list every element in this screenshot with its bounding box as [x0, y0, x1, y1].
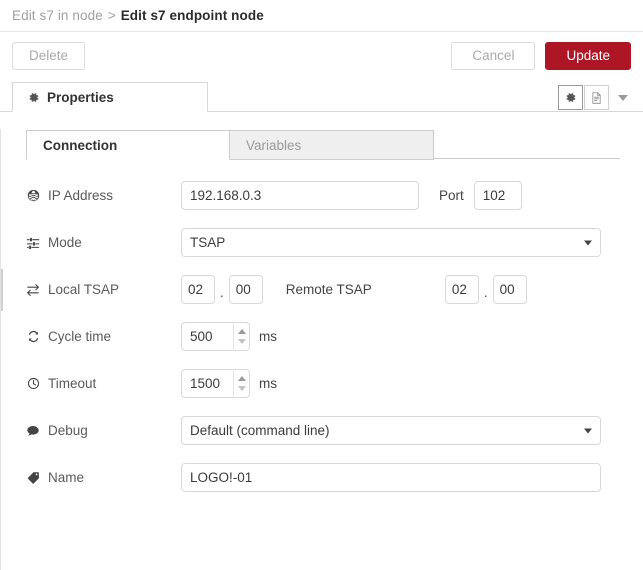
local-tsap-label: Local TSAP [48, 282, 120, 297]
tab-variables-label: Variables [246, 137, 302, 153]
breadcrumb-parent[interactable]: Edit s7 in node [12, 8, 103, 23]
remote-tsap-label: Remote TSAP [285, 282, 372, 297]
form-row-mode: Mode TSAP [26, 228, 643, 257]
port-label: Port [439, 188, 464, 203]
timeout-unit: ms [259, 376, 277, 391]
tab-connection-label: Connection [43, 137, 118, 153]
ip-address-label: IP Address [48, 188, 114, 203]
connection-tabs: Connection Variables [26, 129, 643, 160]
name-label: Name [48, 470, 85, 485]
timeout-label: Timeout [48, 376, 97, 391]
timeout-stepper [181, 369, 250, 398]
primary-actions: Cancel Update [451, 42, 631, 70]
form-row-name: Name [26, 463, 643, 492]
exchange-icon [26, 283, 40, 297]
form-row-tsap: Local TSAP . Remote TSAP . [26, 275, 643, 304]
spinner-down-icon[interactable] [237, 339, 246, 344]
form-row-debug: Debug Default (command line) [26, 416, 643, 445]
breadcrumb-current: Edit s7 endpoint node [120, 8, 264, 23]
dialog-action-bar: Delete Cancel Update [0, 32, 643, 80]
remote-tsap-high-input[interactable] [444, 275, 479, 304]
mode-label-group: Mode [26, 235, 181, 250]
timeout-input[interactable] [181, 369, 233, 398]
remote-tsap-low-input[interactable] [492, 275, 527, 304]
spinner-up-icon[interactable] [237, 329, 246, 334]
ip-address-input[interactable] [181, 181, 419, 210]
update-button[interactable]: Update [545, 42, 631, 70]
tab-variables[interactable]: Variables [230, 130, 434, 160]
cycle-time-input[interactable] [181, 322, 233, 351]
gear-icon [566, 93, 576, 102]
ip-address-label-group: IP Address [26, 188, 181, 203]
local-tsap-high-input[interactable] [181, 275, 215, 304]
form-row-timeout: Timeout ms [26, 369, 643, 398]
clock-icon [26, 377, 40, 391]
cycle-time-spinner[interactable] [233, 322, 250, 351]
mode-select-value: TSAP [190, 235, 226, 250]
tab-properties-label: Properties [47, 89, 114, 105]
timeout-label-group: Timeout [26, 376, 181, 391]
cycle-time-label: Cycle time [48, 329, 112, 344]
local-tsap-label-group: Local TSAP [26, 282, 181, 297]
gear-icon [27, 91, 40, 104]
remote-tsap-separator: . [483, 285, 488, 300]
debug-label-group: Debug [26, 423, 181, 438]
chevron-down-icon [584, 428, 592, 433]
form-row-ip-address: IP Address Port [26, 181, 643, 210]
chevron-down-icon [584, 240, 592, 245]
timeout-spinner[interactable] [233, 369, 250, 398]
comment-icon [26, 424, 40, 438]
local-tsap-low-input[interactable] [228, 275, 263, 304]
scroll-edge-marker [1, 269, 3, 311]
properties-toolbar [558, 85, 643, 110]
debug-select[interactable]: Default (command line) [181, 416, 601, 445]
cycle-time-unit: ms [259, 329, 277, 344]
spinner-down-icon[interactable] [237, 386, 246, 391]
breadcrumb: Edit s7 in node > Edit s7 endpoint node [0, 0, 643, 32]
port-input[interactable] [473, 181, 522, 210]
cycle-time-label-group: Cycle time [26, 329, 181, 344]
description-icon [592, 91, 601, 104]
name-label-group: Name [26, 470, 181, 485]
description-tool-button[interactable] [584, 85, 609, 110]
more-options-button[interactable] [610, 85, 635, 110]
name-input[interactable] [181, 463, 601, 492]
cancel-button[interactable]: Cancel [451, 42, 536, 70]
spinner-up-icon[interactable] [237, 376, 246, 381]
breadcrumb-separator: > [107, 8, 116, 23]
debug-select-value: Default (command line) [190, 423, 330, 438]
connection-form: IP Address Port [1, 181, 643, 492]
properties-tabbar: Properties [0, 80, 643, 112]
tab-connection[interactable]: Connection [26, 130, 230, 160]
delete-button[interactable]: Delete [12, 42, 86, 70]
refresh-icon [26, 330, 40, 344]
chevron-down-icon [617, 94, 628, 101]
dialog-content: Connection Variables IP Address Port [0, 129, 643, 570]
settings-tool-button[interactable] [558, 85, 583, 110]
cycle-time-stepper [181, 322, 250, 351]
sliders-icon [26, 236, 40, 250]
globe-icon [26, 189, 40, 203]
mode-select[interactable]: TSAP [181, 228, 601, 257]
debug-label: Debug [48, 423, 88, 438]
form-row-cycle-time: Cycle time ms [26, 322, 643, 351]
local-tsap-separator: . [220, 285, 224, 300]
mode-label: Mode [48, 235, 82, 250]
tab-properties[interactable]: Properties [12, 82, 208, 112]
edit-endpoint-dialog: Edit s7 in node > Edit s7 endpoint node … [0, 0, 643, 570]
tag-icon [26, 471, 40, 485]
